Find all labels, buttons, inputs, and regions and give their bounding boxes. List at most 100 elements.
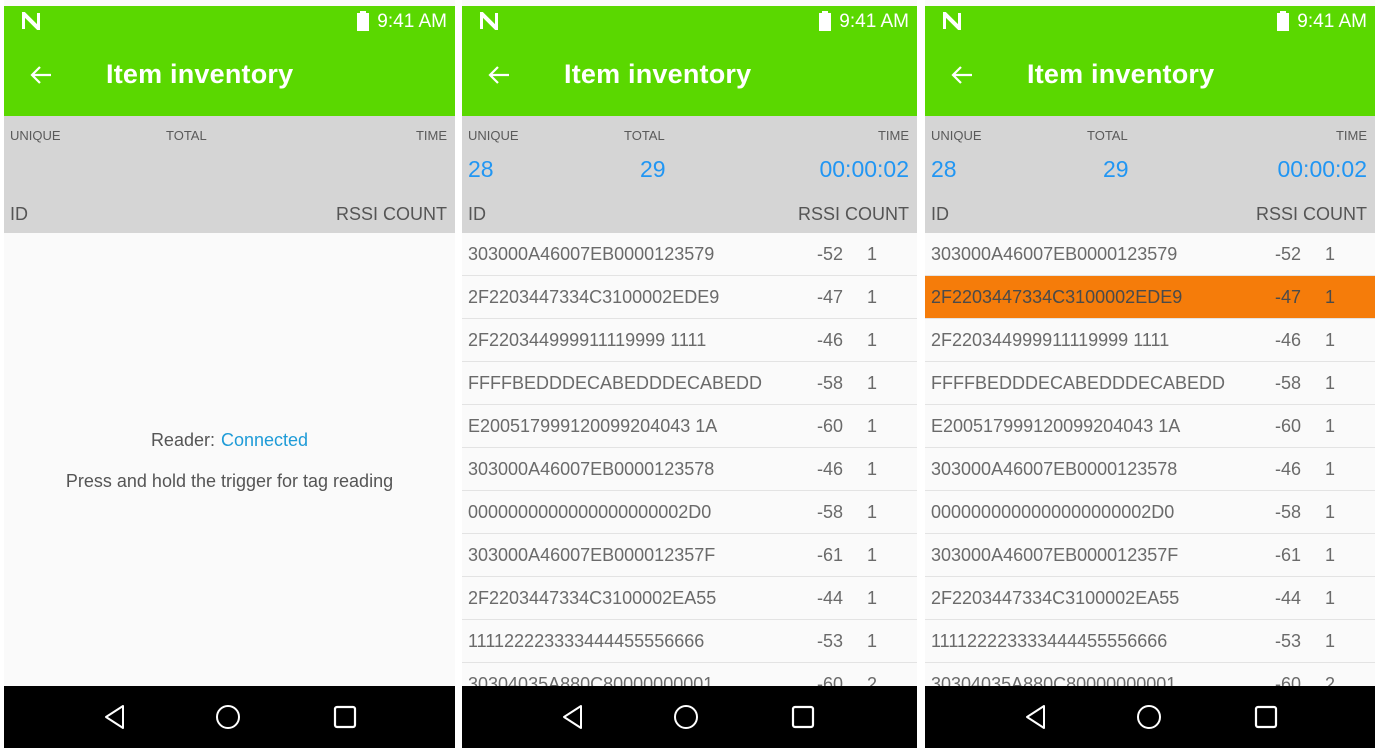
stats-header: UNIQUE TOTAL TIME 28 29 00:00:02 ID RSSI…: [925, 116, 1375, 233]
column-header-count: COUNT: [1303, 204, 1367, 224]
table-row[interactable]: 30304035A880C80000000001 -60 2: [462, 663, 917, 686]
status-time: 9:41 AM: [1297, 11, 1367, 32]
column-header-rssi: RSSI: [1255, 204, 1298, 224]
reader-label: Reader:: [150, 430, 215, 450]
app-bar: Item inventory: [4, 38, 455, 116]
page-title: Item inventory: [564, 59, 752, 89]
table-row[interactable]: 2F2203447334C3100002EA55 -44 1: [462, 577, 917, 620]
table-row[interactable]: 303000A46007EB0000123578 -46 1: [925, 448, 1375, 491]
stats-header: UNIQUE TOTAL TIME ID RSSI COUNT: [4, 116, 455, 233]
tag-count: 1: [866, 631, 877, 651]
column-header-id: ID: [468, 204, 486, 224]
tag-count: 2: [866, 674, 877, 686]
status-bar: 9:41 AM: [4, 6, 455, 38]
tag-id: 111122223333444455556666: [468, 631, 705, 651]
table-row[interactable]: 303000A46007EB0000123578 -46 1: [462, 448, 917, 491]
stats-header: UNIQUE TOTAL TIME 28 29 00:00:02 ID RSSI…: [462, 116, 917, 233]
time-label: TIME: [877, 128, 909, 143]
arrow-left-icon[interactable]: [951, 64, 973, 86]
unique-label: UNIQUE: [931, 128, 982, 143]
status-bar: 9:41 AM: [462, 6, 917, 38]
tag-id: 2F2203447334C3100002EA55: [468, 588, 717, 608]
tag-id: 30304035A880C80000000001: [931, 674, 1177, 686]
total-value: 29: [640, 156, 666, 182]
table-row[interactable]: 2F220344999911119999 1111 -46 1: [462, 319, 917, 362]
battery-icon: [819, 11, 831, 31]
tag-id: 303000A46007EB0000123578: [468, 459, 715, 479]
phone-screen-empty: 9:41 AM Item inventory UNIQUE TOTAL TIME…: [4, 0, 455, 748]
tag-id: 2F220344999911119999 1111: [468, 330, 707, 350]
tag-rssi: -60: [1274, 674, 1301, 686]
table-row[interactable]: 2F2203447334C3100002EDE9 -47 1: [462, 276, 917, 319]
table-row[interactable]: E200517999120099204043 1A -60 1: [462, 405, 917, 448]
table-row[interactable]: 30304035A880C80000000001 -60 2: [925, 663, 1375, 686]
phone-screen-results: 9:41 AM Item inventory UNIQUE TOTAL TIME…: [462, 0, 917, 748]
table-row[interactable]: 303000A46007EB000012357F -61 1: [462, 534, 917, 577]
tag-id: 2F220344999911119999 1111: [931, 330, 1170, 350]
total-label: TOTAL: [1087, 128, 1128, 143]
column-header-id: ID: [931, 204, 949, 224]
time-value: 00:00:02: [1277, 156, 1367, 182]
triangle-back-icon[interactable]: [560, 704, 586, 730]
tag-id: 303000A46007EB0000123579: [468, 244, 715, 264]
tag-id: FFFFBEDDDECABEDDDECABEDD: [931, 373, 1226, 393]
tag-count: 1: [866, 330, 877, 350]
table-row[interactable]: 303000A46007EB0000123579 -52 1: [925, 233, 1375, 276]
tag-id: 303000A46007EB000012357F: [468, 545, 716, 565]
tag-rssi: -61: [816, 545, 843, 565]
square-recents-icon[interactable]: [1253, 704, 1279, 730]
circle-home-icon[interactable]: [673, 704, 699, 730]
table-row[interactable]: 303000A46007EB0000123579 -52 1: [462, 233, 917, 276]
square-recents-icon[interactable]: [790, 704, 816, 730]
tag-list: 303000A46007EB0000123579 -52 1 2F2203447334…: [925, 233, 1375, 686]
circle-home-icon[interactable]: [215, 704, 241, 730]
table-row[interactable]: 2F220344999911119999 1111 -46 1: [925, 319, 1375, 362]
table-row[interactable]: 2F2203447334C3100002EA55 -44 1: [925, 577, 1375, 620]
n-logo-icon: [22, 12, 40, 30]
battery-icon: [357, 11, 369, 31]
table-row[interactable]: E200517999120099204043 1A -60 1: [925, 405, 1375, 448]
tag-rssi: -58: [816, 502, 843, 522]
tag-count: 1: [866, 373, 877, 393]
tag-count: 1: [866, 588, 877, 608]
table-row[interactable]: 303000A46007EB000012357F -61 1: [925, 534, 1375, 577]
tag-rssi: -60: [1274, 416, 1301, 436]
tag-count: 1: [866, 459, 877, 479]
time-label: TIME: [1335, 128, 1367, 143]
table-row-selected[interactable]: 2F2203447334C3100002EDE9 -47 1: [925, 276, 1375, 319]
column-header-rssi: RSSI: [797, 204, 840, 224]
tag-count: 1: [866, 545, 877, 565]
arrow-left-icon[interactable]: [488, 64, 510, 86]
square-recents-icon[interactable]: [332, 704, 358, 730]
table-row[interactable]: FFFFBEDDDECABEDDDECABEDD -58 1: [462, 362, 917, 405]
tag-count: 1: [866, 244, 877, 264]
tag-id: E200517999120099204043 1A: [468, 416, 718, 436]
tag-count: 1: [1324, 287, 1335, 307]
empty-state: Reader: Connected Press and hold the trig…: [4, 233, 455, 686]
triangle-back-icon[interactable]: [102, 704, 128, 730]
arrow-left-icon[interactable]: [30, 64, 52, 86]
tag-id: E200517999120099204043 1A: [931, 416, 1181, 436]
table-row[interactable]: 0000000000000000000002D0 -58 1: [462, 491, 917, 534]
table-row[interactable]: FFFFBEDDDECABEDDDECABEDD -58 1: [925, 362, 1375, 405]
tag-id: 2F2203447334C3100002EDE9: [468, 287, 720, 307]
navigation-bar: [462, 686, 917, 748]
tag-id: 30304035A880C80000000001: [468, 674, 714, 686]
battery-icon: [1277, 11, 1289, 31]
tag-count: 1: [1324, 244, 1335, 264]
circle-home-icon[interactable]: [1136, 704, 1162, 730]
table-row[interactable]: 0000000000000000000002D0 -58 1: [925, 491, 1375, 534]
phone-screen-selected: 9:41 AM Item inventory UNIQUE TOTAL TIME…: [925, 0, 1375, 748]
tag-id: 303000A46007EB0000123579: [931, 244, 1178, 264]
tag-rssi: -61: [1274, 545, 1301, 565]
table-row[interactable]: 111122223333444455556666 -53 1: [925, 620, 1375, 663]
tag-count: 1: [1324, 631, 1335, 651]
tag-id: FFFFBEDDDECABEDDDECABEDD: [468, 373, 763, 393]
n-logo-icon: [943, 12, 961, 30]
tag-rssi: -46: [816, 459, 843, 479]
triangle-back-icon[interactable]: [1023, 704, 1049, 730]
navigation-bar: [4, 686, 455, 748]
page-title: Item inventory: [1027, 59, 1215, 89]
table-row[interactable]: 111122223333444455556666 -53 1: [462, 620, 917, 663]
time-value: 00:00:02: [819, 156, 909, 182]
